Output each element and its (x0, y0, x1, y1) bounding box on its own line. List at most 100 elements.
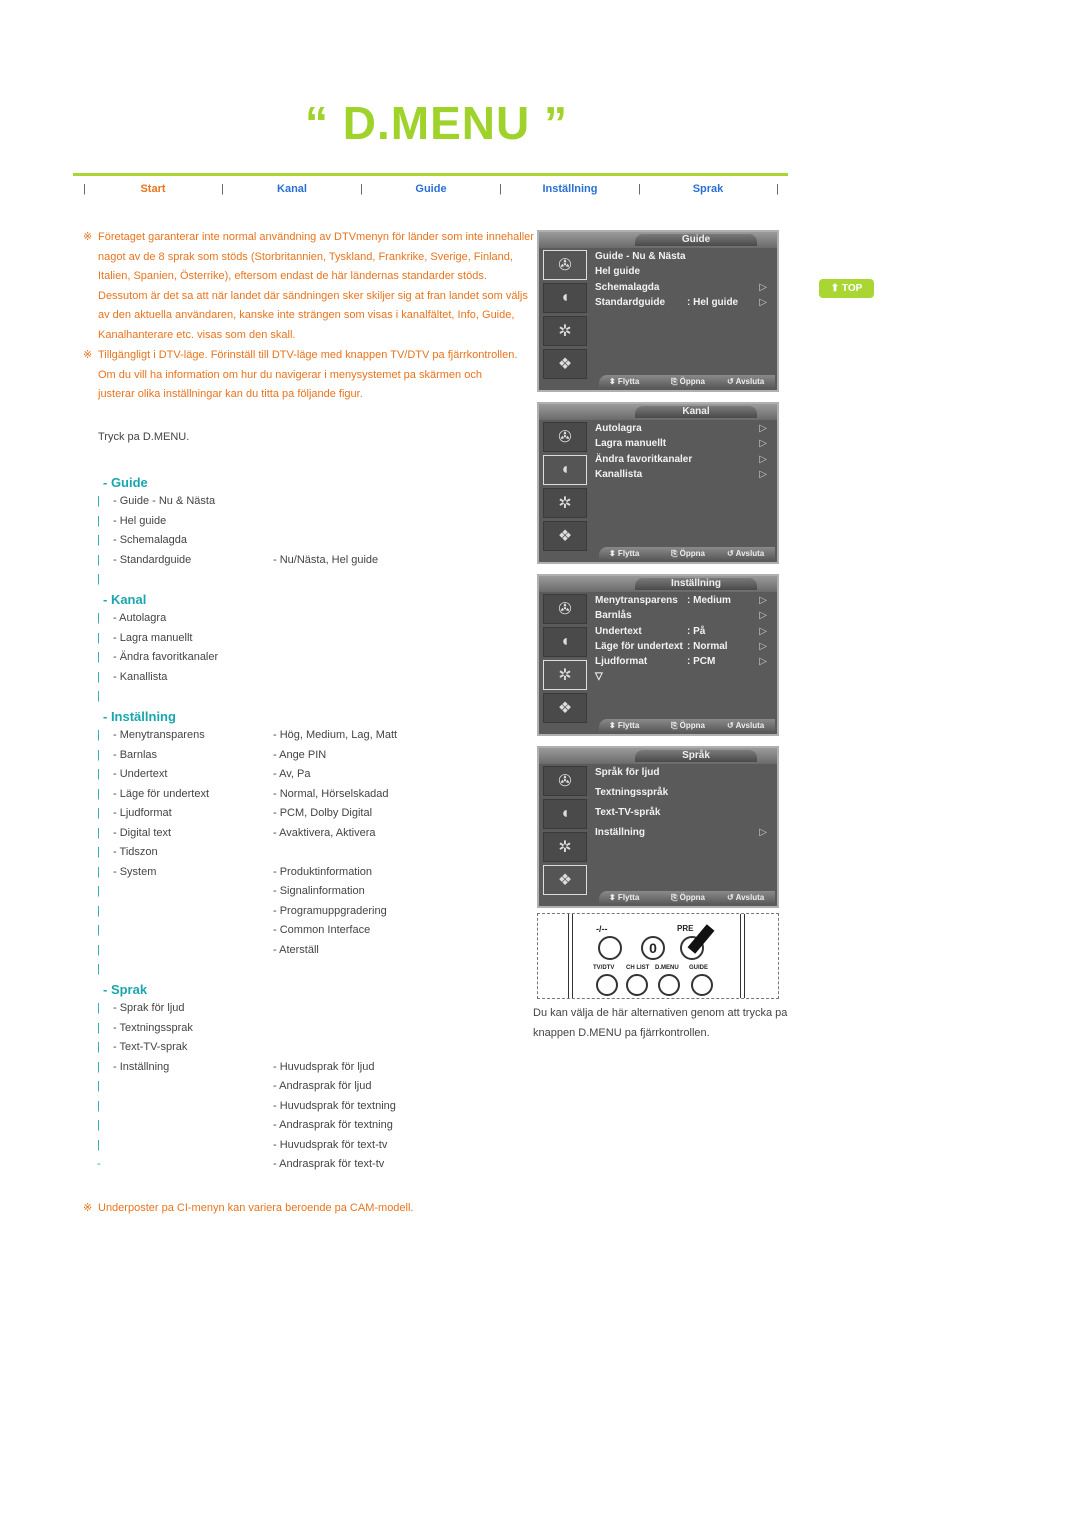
nav-start[interactable]: Start (93, 183, 213, 195)
menu-item-options: - Hög, Medium, Lag, Matt (273, 729, 398, 741)
tv-footer-open: ⎘ Öppna (671, 549, 705, 558)
tv-menu-screen: Guide ✇ ◖ ✲ ❖ Guide - Nu & Nästa Hel guide Sche… (537, 230, 779, 392)
tree-bar: | (97, 1080, 100, 1092)
tree-bar: | (97, 787, 100, 800)
tv-icon-column: ✇ ◖ ✲ ❖ (541, 592, 591, 723)
speech-icon: ❖ (543, 693, 587, 723)
tv-menu-item: Guide - Nu & Nästa (595, 249, 767, 264)
nav-guide[interactable]: Guide (371, 183, 491, 195)
tv-icon-column: ✇ ◖ ✲ ❖ (541, 248, 591, 379)
tv-tab-title: Guide (635, 234, 757, 246)
nav-installning[interactable]: Inställning (510, 183, 630, 195)
remote-label-dmenu: D.MENU (655, 965, 679, 971)
menu-item-label: - Digital text (113, 826, 172, 839)
arrow-right-icon: ▷ (759, 610, 767, 622)
menu-item-options: - Andrasprak för textning (273, 1119, 393, 1131)
menu-item-options: - Programuppgradering (273, 904, 387, 917)
tv-footer-open: ⎘ Öppna (671, 721, 705, 730)
tv-footer: ⬍ Flytta ⎘ Öppna ↺ Avsluta (599, 375, 775, 388)
menu-item-options: - PCM, Dolby Digital (273, 807, 373, 819)
menu-item-options: - Andrasprak för ljud (273, 1080, 372, 1092)
menu-item-options: - Avaktivera, Aktivera (273, 826, 376, 839)
speech-icon: ❖ (543, 521, 587, 551)
menu-item-options: - Signalinformation (273, 885, 365, 897)
note-text: Företaget garanterar inte normal användn… (98, 231, 534, 341)
menu-item-label: - Undertext (113, 768, 168, 780)
back-to-top-button[interactable]: ⬆ TOP (819, 279, 874, 298)
page-title: “ D.MENU ” (305, 97, 568, 149)
antenna-dish-icon: ✇ (543, 594, 587, 624)
tree-bar: | (97, 943, 100, 956)
note-mark-icon: ※ (83, 231, 93, 243)
tv-menu-list: Autolagra ▷ Lagra manuellt ▷ Ändra favoritka… (595, 421, 767, 482)
menu-item-label: - Ljudformat (113, 807, 172, 819)
nav-sprak[interactable]: Sprak (648, 183, 768, 195)
arrow-right-icon: ▷ (759, 281, 767, 293)
tree-bar: | (97, 553, 100, 566)
nav-kanal[interactable]: Kanal (232, 183, 352, 195)
tv-footer-move: ⬍ Flytta (609, 893, 640, 902)
menu-item-label: - Läge för undertext (113, 787, 210, 800)
tree-bar: | (97, 729, 100, 741)
satellite-icon: ◖ (543, 283, 587, 313)
antenna-dish-icon: ✇ (543, 766, 587, 796)
tree-bar: | (97, 631, 100, 644)
tv-footer-move: ⬍ Flytta (609, 721, 640, 730)
tv-menu-item (595, 815, 767, 825)
menu-item-options: - Av, Pa (273, 768, 311, 780)
tree-bar: | (97, 690, 100, 702)
nav-separator: | (638, 183, 641, 195)
antenna-dish-icon: ✇ (543, 250, 587, 280)
tree-bar: | (97, 1002, 100, 1014)
section-nav: | Start | Kanal | Guide | Inställning | … (73, 183, 788, 199)
tv-item-label: Kanallista (595, 468, 643, 480)
remote-label-pre: PRE (677, 924, 694, 933)
menu-item-label: - System (113, 865, 157, 878)
remote-dmenu-button (658, 974, 680, 996)
remote-edge (568, 914, 573, 998)
tv-item-label: Hel guide (595, 266, 641, 278)
tv-menu-item: Ljudformat: PCM ▷ (595, 654, 767, 669)
tv-menu-screen: Språk ✇ ◖ ✲ ❖ Språk för ljud Textningsspråk Tex… (537, 746, 779, 908)
note-text: Underposter pa CI-menyn kan variera bero… (98, 1202, 414, 1214)
arrow-right-icon: ▷ (759, 595, 767, 606)
arrow-right-icon: ▷ (759, 423, 767, 434)
remote-guide-button (691, 974, 713, 996)
tv-item-label: Autolagra (595, 423, 642, 434)
tv-menu-item: Barnlås ▷ (595, 608, 767, 623)
menu-item-label: - Tidszon (113, 846, 158, 858)
note-language-support: ※ Företaget garanterar inte normal använ… (83, 228, 543, 348)
arrow-right-icon: ▷ (759, 438, 767, 450)
remote-control-illustration: -/-- PRE 0 TV/DTV CH LIST D.MENU GUIDE (537, 913, 779, 999)
section-heading-kanal: - Kanal (103, 592, 147, 607)
tv-menu-item: Standardguide: Hel guide ▷ (595, 295, 767, 310)
speech-icon: ❖ (543, 349, 587, 379)
remote-label-dash: -/-- (596, 924, 608, 934)
tree-bar: | (97, 885, 100, 897)
menu-item-options: - Huvudsprak för text-tv (273, 1138, 388, 1151)
tv-menu-item: Textningsspråk (595, 785, 767, 798)
tv-item-label: ▽ (595, 671, 603, 683)
menu-item-label: - Autolagra (113, 612, 167, 624)
tv-menu-screen: Inställning ✇ ◖ ✲ ❖ Menytransparens: Medium ▷ B… (537, 574, 779, 736)
tv-item-label: Ändra favoritkanaler (595, 453, 693, 465)
satellite-icon: ◖ (543, 627, 587, 657)
tv-footer-exit: ↺ Avsluta (727, 893, 765, 902)
gear-icon: ✲ (543, 660, 587, 690)
remote-label-guide: GUIDE (689, 965, 709, 971)
tree-bar: | (97, 612, 100, 624)
tree-bar: | (97, 963, 100, 975)
tv-item-label: Ljudformat (595, 656, 648, 668)
arrow-right-icon: ▷ (759, 656, 767, 668)
tree-bar: | (97, 670, 100, 683)
gear-icon: ✲ (543, 488, 587, 518)
note-dtv-mode: ※ Tillgängligt i DTV-läge. Förinställ ti… (83, 346, 543, 406)
tv-menu-item: Lagra manuellt ▷ (595, 436, 767, 451)
tv-footer-move: ⬍ Flytta (609, 377, 640, 386)
tree-bar: | (97, 768, 100, 780)
arrow-right-icon: ▷ (759, 468, 767, 480)
gear-icon: ✲ (543, 316, 587, 346)
tv-footer-open: ⎘ Öppna (671, 893, 705, 902)
menu-item-options: - Normal, Hörselskadad (273, 787, 389, 800)
tv-menu-item: Undertext: På ▷ (595, 624, 767, 639)
